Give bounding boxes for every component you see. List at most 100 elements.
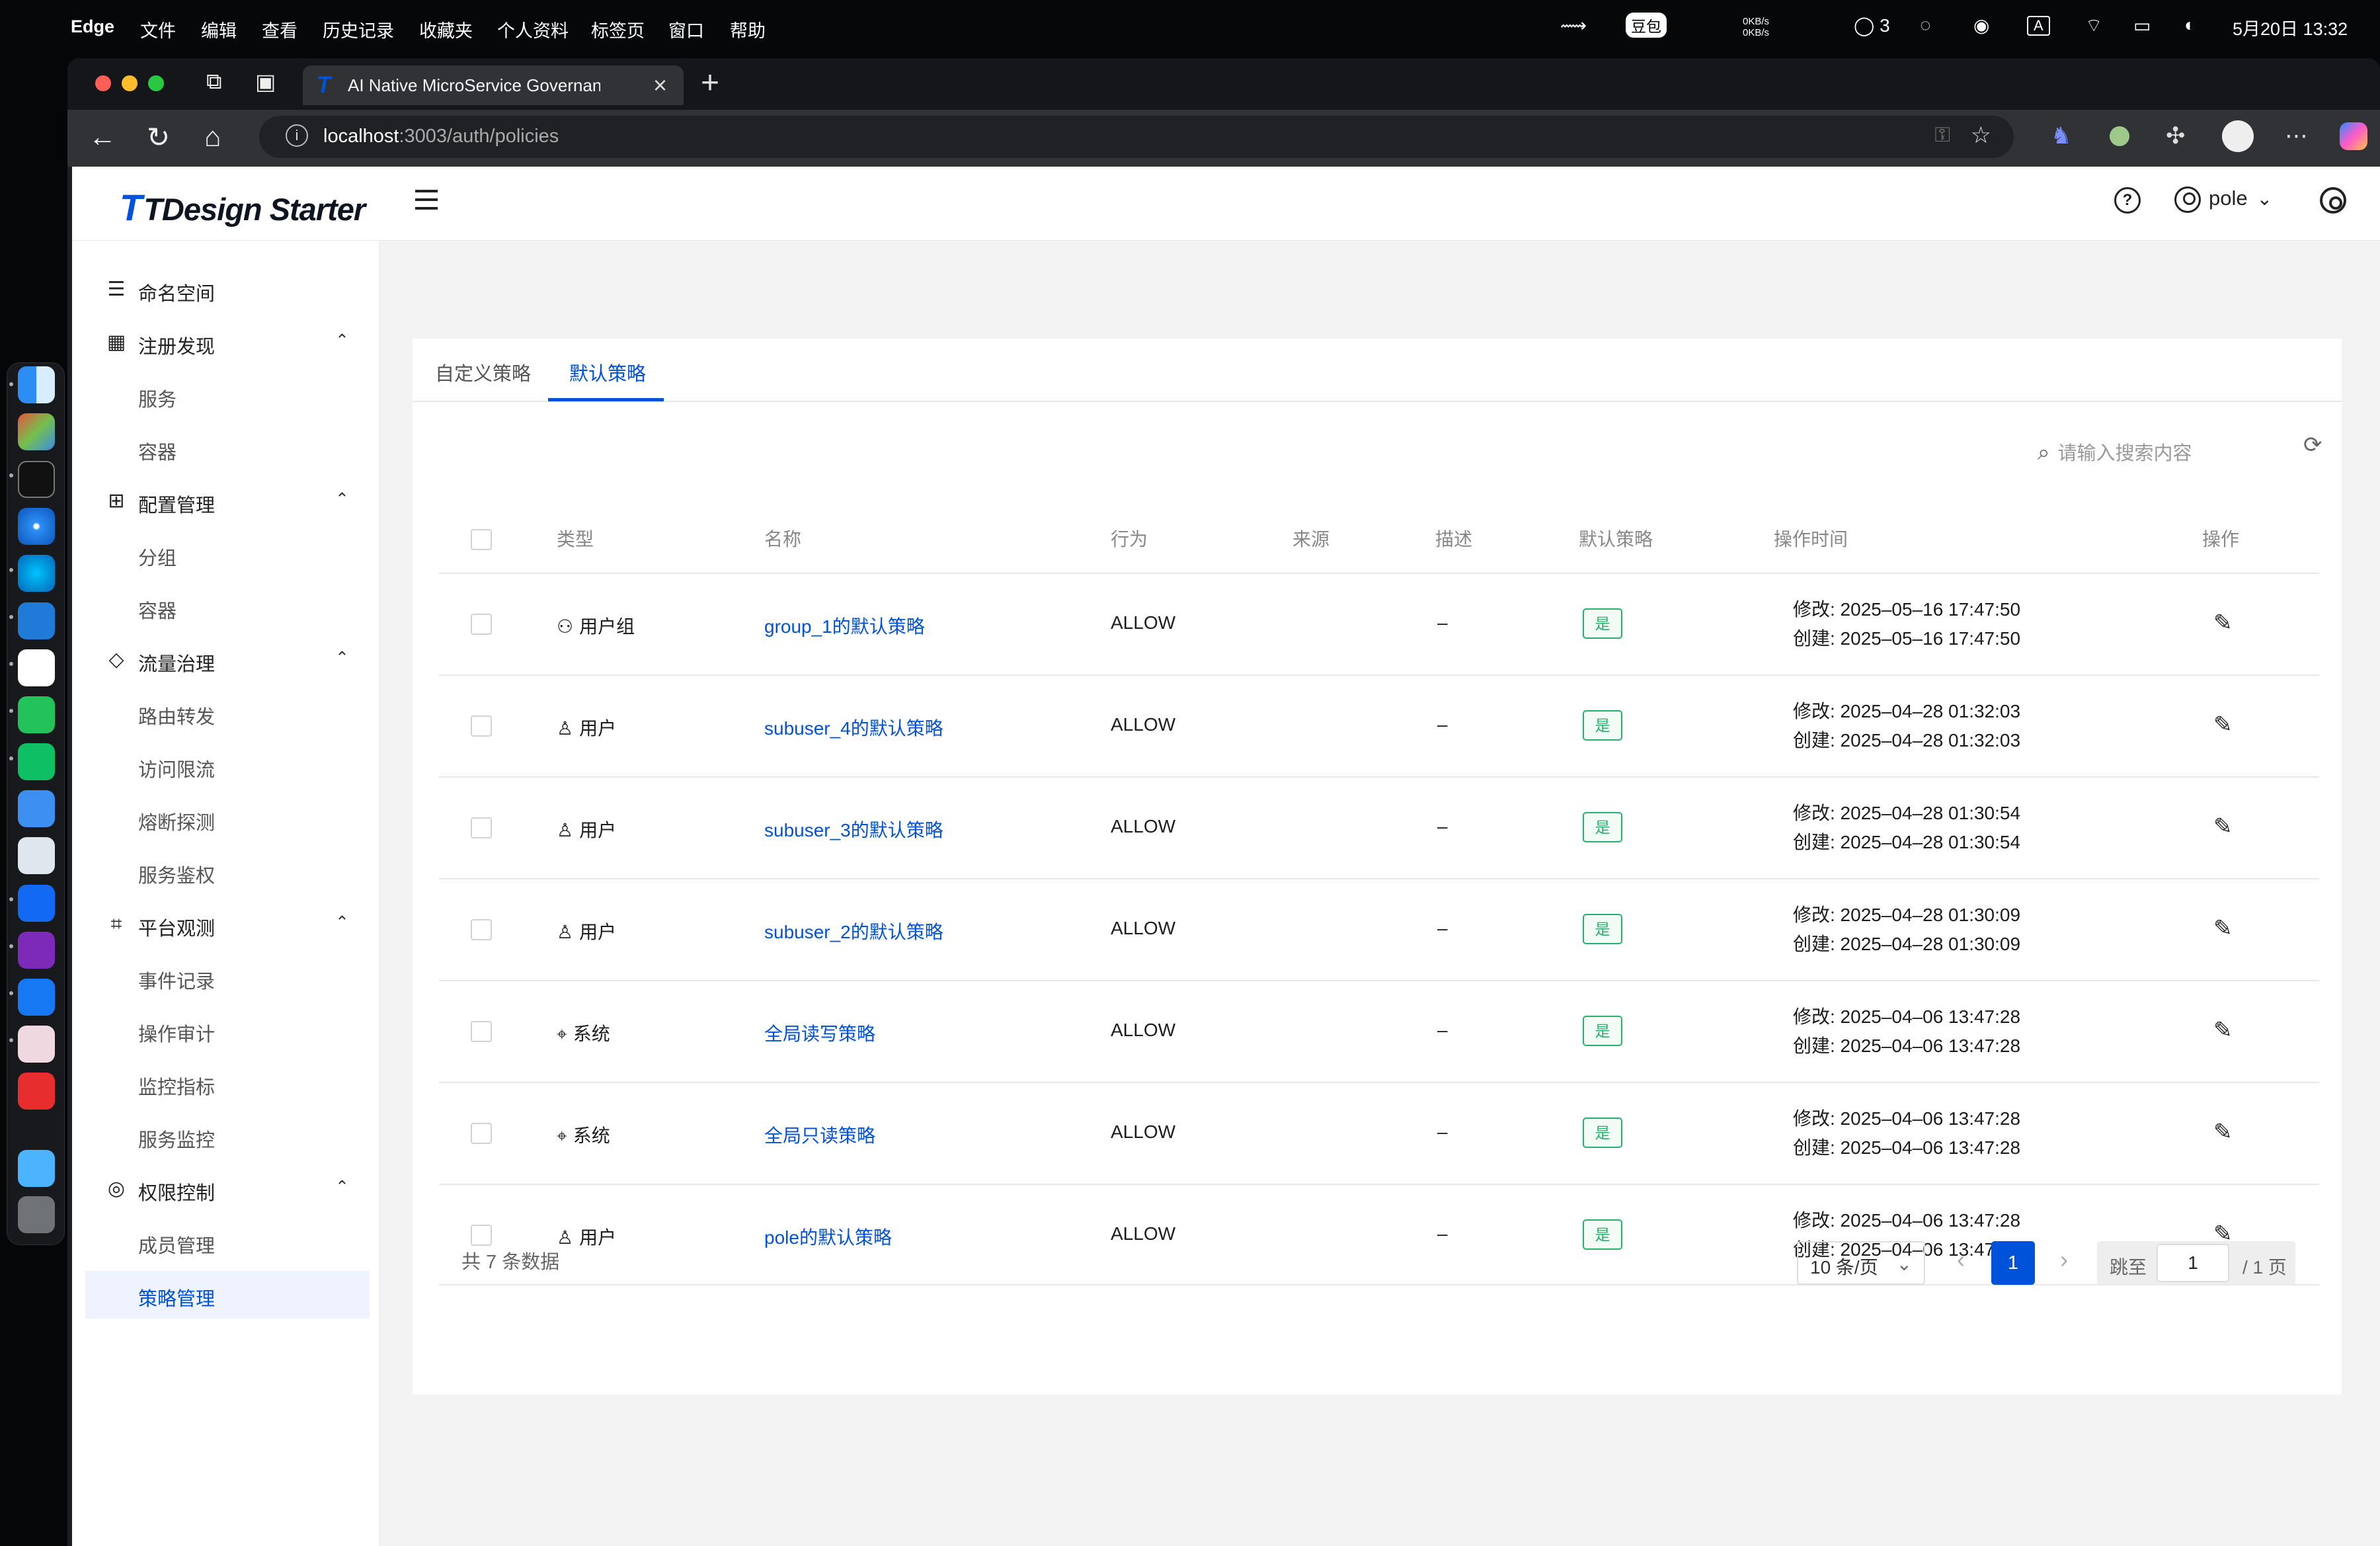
document-app-icon[interactable] xyxy=(18,979,55,1016)
wps-icon[interactable] xyxy=(18,1073,55,1110)
user-menu[interactable]: pole ⌄ xyxy=(2174,186,2272,213)
sidebar-item-circuit-breaker[interactable]: 熔断探测 xyxy=(72,795,379,842)
sidebar-item-routing[interactable]: 路由转发 xyxy=(72,689,379,737)
page-size-select[interactable]: 10 条/页 ⌄ xyxy=(1797,1241,1925,1285)
edge-icon[interactable] xyxy=(18,555,55,592)
settings-icon[interactable] xyxy=(2320,187,2346,214)
finder-icon[interactable] xyxy=(18,366,55,403)
control-center-icon[interactable]: ◐ xyxy=(2184,15,2196,36)
favorite-star-icon[interactable]: ☆ xyxy=(1971,122,1991,149)
select-all-checkbox[interactable] xyxy=(471,529,492,550)
wechat-icon[interactable]: ◌ xyxy=(1920,15,1931,36)
table-row[interactable]: ♙ 用户 subuser_4的默认策略 ALLOW – 是 修改: 2025–04–28 0… xyxy=(439,674,2319,776)
new-tab-button[interactable]: + xyxy=(701,65,719,101)
table-row[interactable]: ♙ 用户 subuser_3的默认策略 ALLOW – 是 修改: 2025–04–28 0… xyxy=(439,776,2319,878)
messages-icon[interactable] xyxy=(18,743,55,780)
sidebar-item-registry-container[interactable]: 容器 xyxy=(72,425,379,472)
more-menu-icon[interactable]: ⋯ xyxy=(2285,123,2308,149)
table-row[interactable]: ⌖ 系统 全局只读策略 ALLOW – 是 修改: 2025–04–06 13:47:28 创… xyxy=(439,1082,2319,1184)
copilot-extension-icon[interactable]: ♞ xyxy=(2051,123,2071,149)
row-checkbox[interactable] xyxy=(471,1123,492,1144)
close-window-button[interactable] xyxy=(95,75,111,91)
table-row[interactable]: ⌖ 系统 全局读写策略 ALLOW – 是 修改: 2025–04–06 13:47:28 创… xyxy=(439,980,2319,1082)
sidebar-group-config[interactable]: ⊞ 配置管理 ⌃ xyxy=(72,477,379,525)
qq-icon[interactable] xyxy=(18,649,55,686)
circle-control-icon[interactable]: ◉ xyxy=(1973,15,1989,36)
policy-name-link[interactable]: subuser_2的默认策略 xyxy=(764,918,943,944)
green-extension-icon[interactable] xyxy=(2110,126,2129,146)
terminal-icon[interactable] xyxy=(18,461,55,498)
minimize-window-button[interactable] xyxy=(122,75,138,91)
policy-name-link[interactable]: subuser_3的默认策略 xyxy=(764,816,943,842)
chevron-up-icon[interactable]: ⌃ xyxy=(335,331,349,350)
menu-file[interactable]: 文件 xyxy=(140,17,176,42)
row-checkbox[interactable] xyxy=(471,1021,492,1042)
wechat-dock-icon[interactable] xyxy=(18,696,55,733)
zoom-window-button[interactable] xyxy=(148,75,164,91)
sidebar-group-registry[interactable]: ▦ 注册发现 ⌃ xyxy=(72,319,379,366)
chevron-up-icon[interactable]: ⌃ xyxy=(335,648,349,668)
policy-name-link[interactable]: group_1的默认策略 xyxy=(764,612,925,639)
edit-icon[interactable]: ✎ xyxy=(2213,1119,2233,1145)
menu-view[interactable]: 查看 xyxy=(262,17,298,42)
policy-name-link[interactable]: 全局只读策略 xyxy=(764,1121,875,1148)
sidebar-item-members[interactable]: 成员管理 xyxy=(72,1218,379,1266)
sidebar-group-observability[interactable]: ⌗ 平台观测 ⌃ xyxy=(72,901,379,948)
tab-actions-icon[interactable]: ▣ xyxy=(255,69,276,95)
tab-default-policies[interactable]: 默认策略 xyxy=(569,358,646,386)
row-checkbox[interactable] xyxy=(471,817,492,838)
sidebar-toggle-icon[interactable] xyxy=(415,190,438,210)
sidebar-group-traffic[interactable]: ◇ 流量治理 ⌃ xyxy=(72,636,379,684)
refresh-icon[interactable]: ⟳ xyxy=(2303,432,2322,458)
back-icon[interactable]: ← xyxy=(89,121,116,153)
trash-icon[interactable] xyxy=(18,1196,55,1233)
sidebar-item-namespace[interactable]: ☰ 命名空间 xyxy=(72,266,379,313)
sidebar-item-group[interactable]: 分组 xyxy=(72,530,379,578)
table-row[interactable]: ⚇ 用户组 group_1的默认策略 ALLOW – 是 修改: 2025–05–16 17… xyxy=(439,573,2319,674)
menu-help[interactable]: 帮助 xyxy=(730,17,766,42)
menu-profile[interactable]: 个人资料 xyxy=(497,17,569,42)
sidebar-item-service[interactable]: 服务 xyxy=(72,372,379,419)
input-source-icon[interactable]: A xyxy=(2027,16,2050,36)
k-app-icon[interactable] xyxy=(18,885,55,922)
sidebar-item-events[interactable]: 事件记录 xyxy=(72,954,379,1001)
vscode-icon[interactable] xyxy=(18,602,55,639)
profile-avatar[interactable] xyxy=(2222,120,2254,152)
tab-custom-policies[interactable]: 自定义策略 xyxy=(435,358,531,386)
notes-app-icon[interactable] xyxy=(18,837,55,874)
search-input[interactable]: ⌕ 请输入搜索内容 xyxy=(2038,438,2192,466)
folder-icon[interactable] xyxy=(18,1150,55,1187)
row-checkbox[interactable] xyxy=(471,919,492,940)
help-icon[interactable]: ? xyxy=(2114,187,2141,214)
edit-icon[interactable]: ✎ xyxy=(2213,813,2233,840)
sidebar-item-policies[interactable]: 策略管理 xyxy=(85,1271,370,1319)
address-bar[interactable]: i localhost:3003/auth/policies ⚿ ☆ xyxy=(259,116,2014,158)
menu-edit[interactable]: 编辑 xyxy=(201,17,237,42)
copilot-icon[interactable] xyxy=(2340,122,2367,150)
url-text[interactable]: localhost:3003/auth/policies xyxy=(323,126,559,147)
battery-icon[interactable]: ▭ xyxy=(2133,15,2151,36)
sidebar-item-service-auth[interactable]: 服务鉴权 xyxy=(72,848,379,895)
collections-icon[interactable]: ⧉ xyxy=(206,69,222,95)
menu-history[interactable]: 历史记录 xyxy=(323,17,394,42)
tdesign-logo[interactable]: TTDesign Starter xyxy=(120,186,366,229)
chevron-up-icon[interactable]: ⌃ xyxy=(335,913,349,932)
sidebar-group-permissions[interactable]: ◎ 权限控制 ⌃ xyxy=(72,1165,379,1213)
speedometer-icon[interactable]: ⟿ xyxy=(1560,15,1587,36)
reload-icon[interactable]: ↻ xyxy=(147,121,170,153)
close-tab-button[interactable]: × xyxy=(653,71,667,99)
menu-tabs[interactable]: 标签页 xyxy=(591,17,645,42)
jump-page-input[interactable]: 1 xyxy=(2157,1244,2229,1282)
sidebar-item-metrics[interactable]: 监控指标 xyxy=(72,1059,379,1107)
previous-page-button[interactable]: ‹ xyxy=(1957,1246,1965,1274)
row-checkbox[interactable] xyxy=(471,614,492,635)
next-page-button[interactable]: › xyxy=(2060,1246,2068,1274)
avatar-app-icon[interactable] xyxy=(18,1026,55,1063)
edit-icon[interactable]: ✎ xyxy=(2213,610,2233,636)
browser-tab-policies[interactable]: T AI Native MicroService Governance × xyxy=(303,65,684,105)
chevron-up-icon[interactable]: ⌃ xyxy=(335,1177,349,1197)
sidebar-item-audit[interactable]: 操作审计 xyxy=(72,1006,379,1054)
launchpad-icon[interactable] xyxy=(18,413,55,450)
site-info-icon[interactable]: i xyxy=(286,124,308,147)
edit-icon[interactable]: ✎ xyxy=(2213,712,2233,738)
